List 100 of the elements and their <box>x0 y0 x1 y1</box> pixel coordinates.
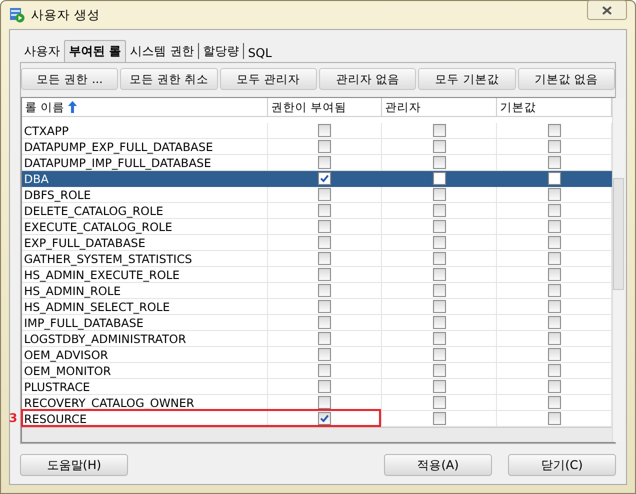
checkbox[interactable] <box>432 156 446 169</box>
checkbox[interactable] <box>318 124 331 137</box>
checkbox[interactable] <box>432 140 446 153</box>
checkbox[interactable] <box>318 380 331 393</box>
checkbox[interactable] <box>548 268 560 281</box>
checkbox[interactable] <box>318 236 331 249</box>
checkbox[interactable] <box>318 172 331 185</box>
table-row[interactable]: HS_ADMIN_ROLE <box>22 283 612 299</box>
checkbox[interactable] <box>432 316 446 329</box>
toolbar-button[interactable]: 모두 관리자 <box>220 68 317 90</box>
checkbox[interactable] <box>318 332 331 345</box>
toolbar-button[interactable]: 관리자 없음 <box>318 68 416 90</box>
checkbox[interactable] <box>432 284 446 297</box>
checkbox[interactable] <box>548 188 560 201</box>
checkbox[interactable] <box>548 236 560 249</box>
table-row[interactable]: HS_ADMIN_SELECT_ROLE <box>22 299 612 315</box>
checkbox[interactable] <box>432 220 446 233</box>
table-row[interactable]: LOGSTDBY_ADMINISTRATOR <box>22 331 612 347</box>
role-name: RECOVERY_CATALOG_OWNER <box>22 395 268 411</box>
toolbar-button[interactable]: 모든 권한 취소 <box>120 68 218 90</box>
table-row[interactable]: PLUSTRACE <box>22 379 612 395</box>
checkbox[interactable] <box>318 396 331 409</box>
tab[interactable]: 부여된 롤 <box>64 40 126 62</box>
table-row[interactable]: DBFS_ROLE <box>22 187 612 203</box>
table-row[interactable]: CTXAPP <box>22 123 612 139</box>
checkbox[interactable] <box>318 252 331 265</box>
checkbox[interactable] <box>318 188 331 201</box>
column-header[interactable]: 롤 이름 <box>22 98 268 116</box>
checkbox[interactable] <box>318 140 331 153</box>
role-name: OEM_MONITOR <box>22 363 268 379</box>
checkbox[interactable] <box>432 204 446 217</box>
checkbox[interactable] <box>548 412 560 425</box>
checkbox[interactable] <box>318 364 331 377</box>
checkbox[interactable] <box>432 380 446 393</box>
tab[interactable]: SQL <box>244 44 276 62</box>
checkbox[interactable] <box>548 220 560 233</box>
table-row[interactable]: EXP_FULL_DATABASE <box>22 235 612 251</box>
checkbox[interactable] <box>548 332 560 345</box>
checkbox[interactable] <box>432 348 446 361</box>
checkbox[interactable] <box>432 124 446 137</box>
close-button[interactable] <box>587 0 627 20</box>
toolbar-button[interactable]: 기본값 없음 <box>518 68 615 90</box>
column-header[interactable]: 관리자 <box>382 98 497 116</box>
checkbox[interactable] <box>318 204 331 217</box>
checkbox[interactable] <box>318 316 331 329</box>
dialog-button[interactable]: 도움말(H) <box>20 454 128 476</box>
table-row[interactable]: OEM_MONITOR <box>22 363 612 379</box>
checkbox[interactable] <box>548 140 560 153</box>
tab[interactable]: 시스템 권한 <box>126 41 198 62</box>
checkbox[interactable] <box>318 300 331 313</box>
table-row[interactable]: EXECUTE_CATALOG_ROLE <box>22 219 612 235</box>
scrollbar-thumb[interactable] <box>613 178 624 290</box>
checkbox[interactable] <box>548 348 560 361</box>
checkbox[interactable] <box>318 220 331 233</box>
table-row[interactable]: OEM_ADVISOR <box>22 347 612 363</box>
checkbox[interactable] <box>548 204 560 217</box>
table-row[interactable]: RECOVERY_CATALOG_OWNER <box>22 395 612 411</box>
checkbox[interactable] <box>548 364 560 377</box>
checkbox[interactable] <box>548 172 560 185</box>
checkbox[interactable] <box>432 268 446 281</box>
checkbox[interactable] <box>432 412 446 425</box>
checkbox[interactable] <box>318 348 331 361</box>
checkbox[interactable] <box>432 396 446 409</box>
checkbox[interactable] <box>318 156 331 169</box>
checkbox[interactable] <box>432 172 446 185</box>
checkbox[interactable] <box>432 332 446 345</box>
checkbox[interactable] <box>432 300 446 313</box>
tab[interactable]: 사용자 <box>20 41 64 62</box>
checkbox[interactable] <box>432 236 446 249</box>
table-row[interactable]: DBA <box>22 171 612 187</box>
toolbar-button[interactable]: 모두 기본값 <box>418 68 516 90</box>
table-row[interactable]: DATAPUMP_EXP_FULL_DATABASE <box>22 139 612 155</box>
checkbox[interactable] <box>432 252 446 265</box>
tab[interactable]: 할당량 <box>199 41 244 62</box>
dialog-button[interactable]: 적용(A) <box>384 454 492 476</box>
dialog-button[interactable]: 닫기(C) <box>508 454 616 476</box>
column-header[interactable]: 권한이 부여됨 <box>268 98 382 116</box>
table-row[interactable]: DELETE_CATALOG_ROLE <box>22 203 612 219</box>
checkbox[interactable] <box>548 124 560 137</box>
checkbox[interactable] <box>318 412 331 425</box>
checkbox[interactable] <box>548 284 560 297</box>
checkbox[interactable] <box>548 252 560 265</box>
table-row[interactable]: HS_ADMIN_EXECUTE_ROLE <box>22 267 612 283</box>
checkbox[interactable] <box>548 396 560 409</box>
checkbox[interactable] <box>548 316 560 329</box>
toolbar-button[interactable]: 모든 권한 ... <box>21 68 118 90</box>
checkbox[interactable] <box>318 284 331 297</box>
role-name: HS_ADMIN_EXECUTE_ROLE <box>22 267 268 283</box>
checkbox[interactable] <box>318 268 331 281</box>
role-name: IMP_FULL_DATABASE <box>22 315 268 331</box>
role-name: CTXAPP <box>22 123 268 139</box>
role-name: DBA <box>22 171 268 187</box>
checkbox[interactable] <box>432 364 446 377</box>
checkbox[interactable] <box>548 380 560 393</box>
checkbox[interactable] <box>548 300 560 313</box>
checkbox[interactable] <box>432 188 446 201</box>
table-row[interactable]: GATHER_SYSTEM_STATISTICS <box>22 251 612 267</box>
checkbox[interactable] <box>548 156 560 169</box>
horizontal-scrollbar[interactable] <box>22 427 612 442</box>
table-row[interactable]: IMP_FULL_DATABASE <box>22 315 612 331</box>
